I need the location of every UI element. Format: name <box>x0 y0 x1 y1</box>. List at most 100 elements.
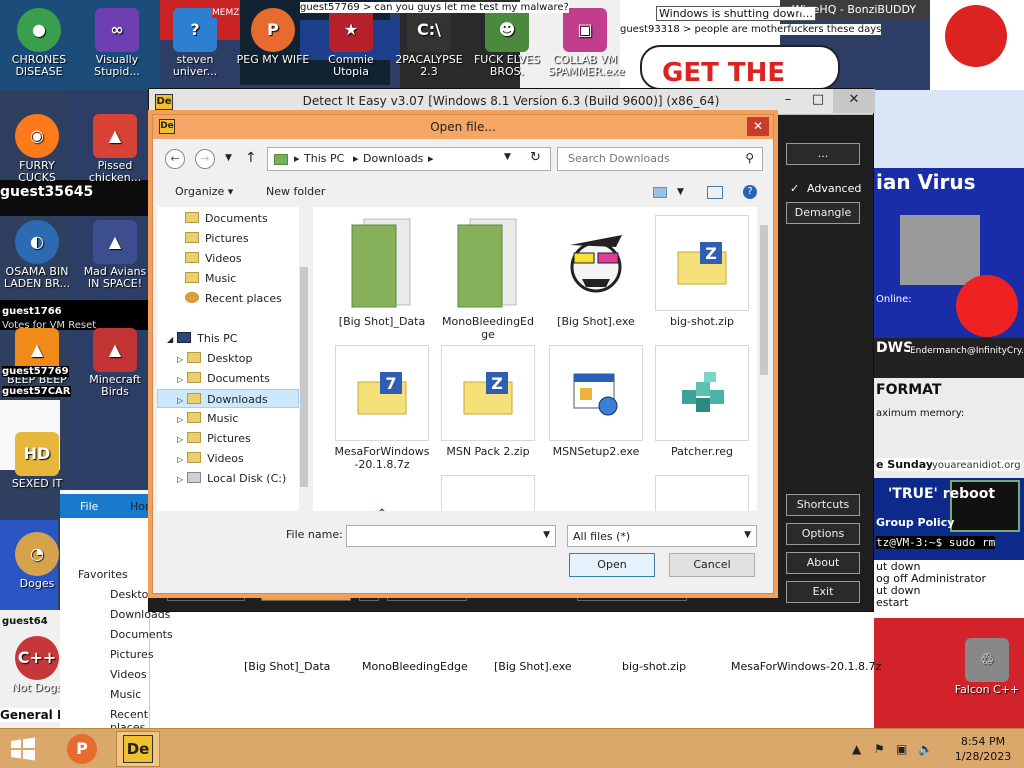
expand-icon[interactable]: ▷ <box>177 455 183 464</box>
tree-item-music[interactable]: ▷ Music <box>157 409 299 428</box>
title-bar[interactable]: De Detect It Easy v3.07 [Windows 8.1 Ver… <box>149 89 875 115</box>
navigation-pane[interactable]: Documents Pictures Videos Music Recent p… <box>157 207 309 511</box>
bg-file-label[interactable]: [Big Shot].exe <box>494 660 572 673</box>
dialog-title-bar[interactable]: De Open file... ✕ <box>153 115 773 139</box>
nav-item[interactable]: Recent places <box>110 708 149 728</box>
tree-item-pictures[interactable]: Pictures <box>157 229 299 248</box>
scrollbar-thumb[interactable] <box>300 267 308 487</box>
file-type-select[interactable]: All files (*) ▼ <box>567 525 757 547</box>
tree-item-recent-places[interactable]: Recent places <box>157 289 299 308</box>
about-button[interactable]: About <box>786 552 860 574</box>
nav-item[interactable]: Documents <box>110 628 173 641</box>
file-item[interactable]: Z MSN Pack 2.zip <box>439 345 537 458</box>
recent-dropdown-icon[interactable]: ▼ <box>225 153 232 163</box>
desktop-icon[interactable]: ∞ Visually Stupid... <box>80 6 154 78</box>
help-icon[interactable]: ? <box>743 185 757 199</box>
desktop-icon[interactable]: ◐ OSAMA BIN LADEN BR... <box>0 218 74 290</box>
bg-file-label[interactable]: big-shot.zip <box>622 660 686 673</box>
desktop-icon[interactable]: ▲ Mad Avians IN SPACE! <box>78 218 152 290</box>
view-icon[interactable] <box>653 187 667 198</box>
file-name-input[interactable]: ▼ <box>346 525 556 547</box>
desktop-icon[interactable]: ▣ COLLAB VM SPAMMER.exe <box>548 6 625 78</box>
expand-icon[interactable]: ◢ <box>167 335 173 344</box>
bg-file-label[interactable]: [Big Shot]_Data <box>244 660 330 673</box>
expand-icon[interactable]: ▷ <box>177 435 183 444</box>
bg-file-label[interactable]: MonoBleedingEdge <box>362 660 468 673</box>
desktop-icon[interactable]: ♲ Falcon C++ <box>950 636 1024 696</box>
desktop-icon[interactable]: ☻ FUCK ELVES BROS. <box>470 6 544 78</box>
desktop-icon[interactable]: C:\ 2PACALYPSE 2.3 <box>392 6 466 78</box>
bg-file-label[interactable]: MesaForWindows-20.1.8.7z <box>731 660 881 673</box>
file-item[interactable]: MonoBleedingEdge <box>439 215 537 341</box>
desktop-icon[interactable]: ▲ Pissed chicken... <box>78 112 152 184</box>
expand-icon[interactable]: ▷ <box>177 355 183 364</box>
file-item[interactable]: Patcher.reg <box>653 345 751 458</box>
tree-item-pictures[interactable]: ▷ Pictures <box>157 429 299 448</box>
file-item[interactable]: [Big Shot]_Data <box>333 215 431 328</box>
tree-scrollbar[interactable] <box>299 207 309 511</box>
desktop-icon[interactable]: ★ Commie Utopia <box>314 6 388 78</box>
chevron-down-icon[interactable]: ▼ <box>543 530 550 540</box>
search-input[interactable]: Search Downloads <box>568 152 670 165</box>
desktop-icon[interactable]: ▲ Minecraft Birds <box>78 326 152 398</box>
desktop-icon[interactable]: ● CHRONES DISEASE <box>2 6 76 78</box>
expand-icon[interactable]: ▷ <box>177 396 183 405</box>
file-item[interactable] <box>653 475 751 511</box>
close-button[interactable]: ✕ <box>747 117 769 136</box>
volume-icon[interactable]: 🔈 <box>918 742 933 756</box>
breadcrumb-this-pc[interactable]: This PC <box>304 152 344 165</box>
advanced-checkbox[interactable]: ✓ Advanced <box>790 182 861 195</box>
tree-item-videos[interactable]: Videos <box>157 249 299 268</box>
file-item[interactable] <box>333 475 431 511</box>
background-explorer-window[interactable]: File Hom Favorites Deskto Downloads Docu… <box>60 494 173 728</box>
exit-button[interactable]: Exit <box>786 581 860 603</box>
file-item[interactable]: MSNSetup2.exe <box>547 345 645 458</box>
expand-icon[interactable]: ▷ <box>177 475 183 484</box>
file-tab[interactable]: File <box>80 500 98 513</box>
nav-item[interactable]: Deskto <box>110 588 148 601</box>
network-icon[interactable]: ▣ <box>896 742 907 756</box>
open-button[interactable]: Open <box>569 553 655 577</box>
nav-item[interactable]: Pictures <box>110 648 154 661</box>
tree-item-videos[interactable]: ▷ Videos <box>157 449 299 468</box>
scrollbar-thumb[interactable] <box>760 225 768 375</box>
up-button[interactable]: ↑ <box>245 150 257 166</box>
desktop-icon[interactable]: HD SEXED IT <box>0 430 74 490</box>
shortcuts-button[interactable]: Shortcuts <box>786 494 860 516</box>
forward-button[interactable]: → <box>195 149 215 169</box>
tree-item-local-disk[interactable]: ▷ Local Disk (C:) <box>157 469 299 488</box>
flag-icon[interactable]: ⚑ <box>874 742 885 756</box>
tree-item-documents[interactable]: Documents <box>157 209 299 228</box>
expand-icon[interactable]: ▷ <box>177 415 183 424</box>
nav-item[interactable]: Videos <box>110 668 147 681</box>
search-box[interactable]: Search Downloads ⚲ <box>557 147 763 171</box>
clock[interactable]: 8:54 PM 1/28/2023 <box>948 734 1018 764</box>
taskbar-psiphon[interactable]: P <box>60 731 104 767</box>
tree-item-desktop[interactable]: ▷ Desktop <box>157 349 299 368</box>
tree-item-this-pc[interactable]: ◢ This PC <box>157 329 299 348</box>
tray-expand-icon[interactable]: ▲ <box>852 742 861 756</box>
address-bar[interactable]: ▸ This PC ▸ Downloads ▸ ▼ ↻ <box>267 147 551 171</box>
back-button[interactable]: ← <box>165 149 185 169</box>
start-button[interactable] <box>10 737 36 761</box>
tree-item-documents[interactable]: ▷ Documents <box>157 369 299 388</box>
maximize-button[interactable]: □ <box>803 89 833 113</box>
minimize-button[interactable]: – <box>773 89 803 113</box>
file-list[interactable]: [Big Shot]_Data MonoBleedingEdge [Big Sh… <box>313 207 771 511</box>
file-list-scrollbar[interactable] <box>757 207 771 511</box>
nav-item[interactable]: Favorites <box>78 568 128 581</box>
nav-item[interactable]: Music <box>110 688 141 701</box>
taskbar-detect-it-easy[interactable]: De <box>116 731 160 767</box>
view-dropdown-icon[interactable]: ▼ <box>677 187 684 197</box>
desktop-icon[interactable]: P PEG MY WIFE <box>236 6 310 66</box>
preview-pane-icon[interactable] <box>707 186 723 199</box>
tree-item-music[interactable]: Music <box>157 269 299 288</box>
address-dropdown-icon[interactable]: ▼ <box>504 152 511 162</box>
options-button[interactable]: Options <box>786 523 860 545</box>
expand-icon[interactable]: ▷ <box>177 375 183 384</box>
file-item[interactable] <box>547 475 645 511</box>
new-folder-button[interactable]: New folder <box>266 185 325 198</box>
desktop-icon[interactable]: ◉ FURRY CUCKS <box>0 112 74 184</box>
browse-button[interactable]: ... <box>786 143 860 165</box>
file-item[interactable]: Z big-shot.zip <box>653 215 751 328</box>
